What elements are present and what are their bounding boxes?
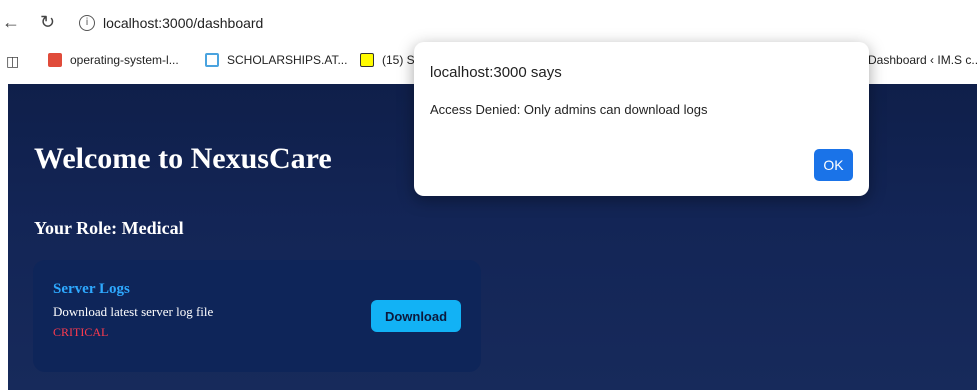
dialog-message: Access Denied: Only admins can download … [430, 102, 708, 117]
dialog-title: localhost:3000 says [430, 64, 562, 81]
card-title: Server Logs [53, 281, 130, 297]
bookmark-item[interactable]: operating-system-l... [48, 53, 179, 67]
bookmark-label: (15) S [382, 53, 415, 67]
bookmark-item[interactable]: (15) S [360, 53, 415, 67]
user-role: Your Role: Medical [34, 218, 184, 238]
bookmark-label: operating-system-l... [70, 53, 179, 67]
reload-icon[interactable]: ↻ [40, 12, 55, 32]
bookmark-label: Dashboard ‹ IM.S c... [868, 53, 977, 67]
page-title: Welcome to NexusCare [34, 142, 332, 175]
page-icon [205, 53, 219, 67]
ok-button[interactable]: OK [814, 149, 853, 181]
download-button[interactable]: Download [371, 300, 461, 332]
back-arrow-icon[interactable]: ← [2, 12, 20, 32]
bookmark-item[interactable]: SCHOLARSHIPS.AT... [205, 53, 347, 67]
address-url: localhost:3000/dashboard [103, 15, 264, 31]
snapchat-icon [360, 53, 374, 67]
address-bar[interactable]: i localhost:3000/dashboard [67, 7, 367, 39]
pdf-icon [48, 53, 62, 67]
alert-dialog: localhost:3000 says Access Denied: Only … [414, 42, 869, 196]
bookmark-label: SCHOLARSHIPS.AT... [227, 53, 348, 67]
side-panel-icon[interactable]: ◫ [6, 51, 19, 71]
info-icon[interactable]: i [79, 15, 95, 31]
browser-toolbar: ← ↻ i localhost:3000/dashboard [0, 0, 977, 44]
critical-badge: CRITICAL [53, 325, 109, 339]
bookmark-item[interactable]: Dashboard ‹ IM.S c... [868, 53, 977, 67]
card-description: Download latest server log file [53, 304, 214, 319]
server-logs-card: Server Logs Download latest server log f… [33, 260, 481, 372]
